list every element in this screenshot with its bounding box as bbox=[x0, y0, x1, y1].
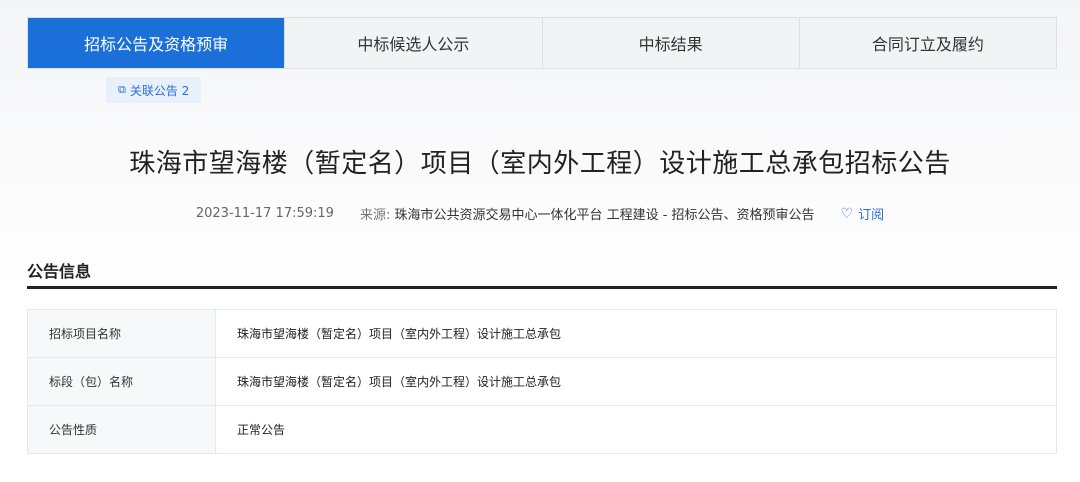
source-info: 来源: 珠海市公共资源交易中心一体化平台 工程建设 - 招标公告、资格预审公告 bbox=[360, 204, 815, 223]
related-announcement-button[interactable]: ⧉ 关联公告 2 bbox=[106, 77, 202, 103]
tab-bidding-announcement[interactable]: 招标公告及资格预审 bbox=[28, 18, 285, 68]
row-value: 珠海市望海楼（暂定名）项目（室内外工程）设计施工总承包 bbox=[237, 327, 562, 341]
heart-icon: ♡ bbox=[840, 205, 854, 222]
table-row: 公告性质 正常公告 bbox=[28, 405, 1056, 453]
subscribe-button[interactable]: ♡ 订阅 bbox=[840, 204, 885, 224]
row-label: 标段（包）名称 bbox=[28, 358, 216, 405]
row-label: 公告性质 bbox=[28, 406, 216, 453]
publish-datetime: 2023-11-17 17:59:19 bbox=[195, 206, 334, 221]
row-value: 正常公告 bbox=[237, 423, 286, 437]
related-announcement-label: 关联公告 2 bbox=[129, 83, 190, 98]
section-title: 公告信息 bbox=[27, 262, 92, 281]
tab-bar: 招标公告及资格预审 中标候选人公示 中标结果 合同订立及履约 bbox=[27, 17, 1057, 69]
row-value: 珠海市望海楼（暂定名）项目（室内外工程）设计施工总承包 bbox=[237, 375, 562, 389]
copy-icon: ⧉ bbox=[118, 83, 126, 96]
page-title: 珠海市望海楼（暂定名）项目（室内外工程）设计施工总承包招标公告 bbox=[129, 149, 951, 179]
tab-candidate-publicity[interactable]: 中标候选人公示 bbox=[284, 18, 541, 68]
row-label: 招标项目名称 bbox=[28, 310, 216, 357]
table-row: 标段（包）名称 珠海市望海楼（暂定名）项目（室内外工程）设计施工总承包 bbox=[28, 357, 1056, 405]
subscribe-label: 订阅 bbox=[858, 208, 885, 223]
tab-contract-performance[interactable]: 合同订立及履约 bbox=[798, 18, 1056, 68]
tab-bid-result[interactable]: 中标结果 bbox=[541, 18, 799, 68]
source-label: 来源: bbox=[359, 208, 391, 223]
info-table: 招标项目名称 珠海市望海楼（暂定名）项目（室内外工程）设计施工总承包 标段（包）… bbox=[27, 309, 1057, 454]
meta-bar: 2023-11-17 17:59:19 来源: 珠海市公共资源交易中心一体化平台… bbox=[0, 204, 1080, 224]
section-divider bbox=[27, 286, 1057, 289]
table-row: 招标项目名称 珠海市望海楼（暂定名）项目（室内外工程）设计施工总承包 bbox=[28, 310, 1056, 357]
source-link[interactable]: 珠海市公共资源交易中心一体化平台 工程建设 - 招标公告、资格预审公告 bbox=[394, 208, 814, 223]
